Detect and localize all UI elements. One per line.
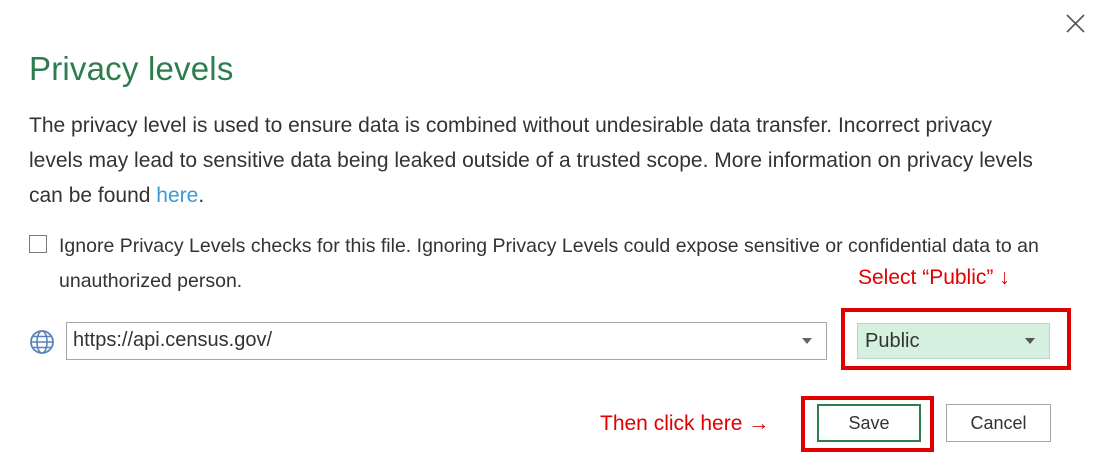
click-here-annotation: Then click here → xyxy=(600,412,770,435)
cancel-button[interactable]: Cancel xyxy=(946,404,1051,442)
close-icon xyxy=(1066,14,1085,33)
chevron-down-icon[interactable] xyxy=(802,338,812,344)
select-public-annotation: Select “Public” ↓ xyxy=(858,266,1010,289)
close-button[interactable] xyxy=(1060,8,1090,38)
source-url-combobox[interactable]: https://api.census.gov/ xyxy=(66,322,827,360)
dialog-title: Privacy levels xyxy=(29,50,234,87)
ignore-privacy-checkbox[interactable] xyxy=(29,235,47,253)
globe-icon xyxy=(28,328,56,356)
highlight-privacy-dropdown xyxy=(841,308,1071,370)
description-end: . xyxy=(198,184,205,207)
dialog-description: The privacy level is used to ensure data… xyxy=(29,108,1049,213)
here-link[interactable]: here xyxy=(156,184,198,207)
source-url-value: https://api.census.gov/ xyxy=(73,329,273,351)
save-button[interactable]: Save xyxy=(817,404,921,442)
